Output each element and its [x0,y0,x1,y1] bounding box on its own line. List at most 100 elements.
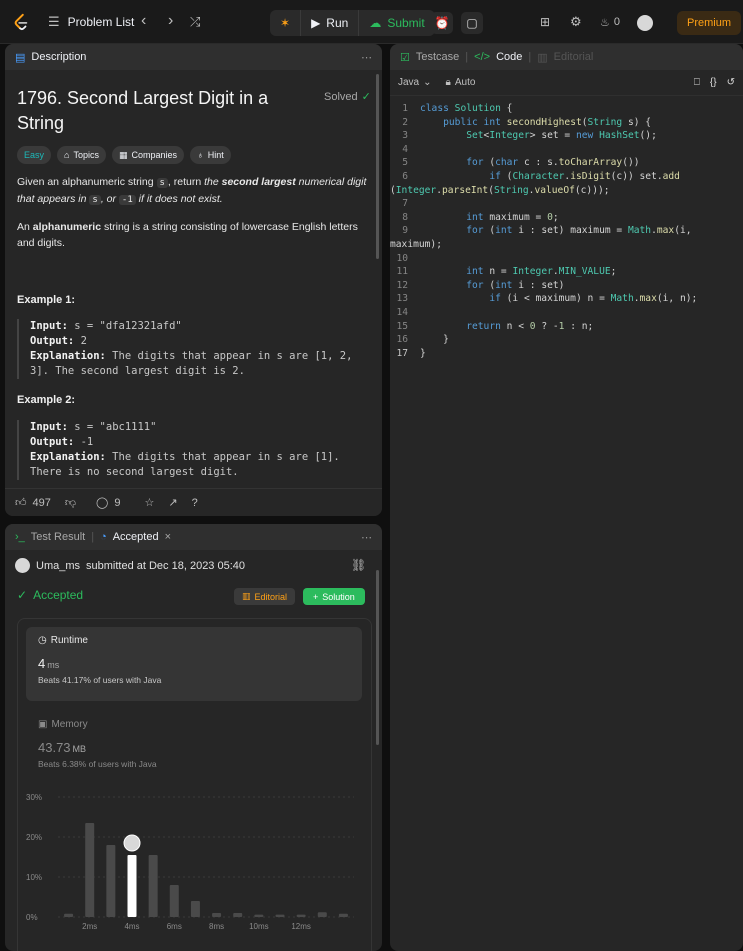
submit-label: Submit [387,16,425,30]
auto-mode[interactable]: 🔒︎ Auto [446,77,476,88]
clock-icon: ◷ [38,635,47,646]
chart-bar[interactable] [254,914,264,917]
x-tick-label: 8ms [209,922,224,931]
solution-button[interactable]: + Solution [303,588,365,605]
code-icon: </> [474,51,491,63]
prev-problem-icon[interactable]: ‹ [141,12,146,30]
problem-list-label: Problem List [67,15,135,29]
description-scrollbar[interactable] [376,74,379,259]
tab-code[interactable]: Code [496,51,522,63]
language-select[interactable]: Java ⌄ [398,77,432,88]
timer-icon[interactable]: ⏰ [431,12,453,34]
shuffle-icon[interactable]: ⤮ [190,14,200,30]
bookmark-icon[interactable]: ⎕ [694,77,700,88]
result-scrollbar[interactable] [376,570,379,745]
editor-header: ☑ Testcase | </> Code | ▥ Editorial [390,44,743,70]
memory-card[interactable]: ▣ Memory 43.73 MB Beats 6.38% of users wit… [38,719,157,769]
tab-testcase[interactable]: Testcase [416,51,459,63]
username[interactable]: Uma_ms [36,560,80,572]
note-icon[interactable]: ▢ [461,12,483,34]
problem-list-button[interactable]: ☰ Problem List [48,14,134,30]
chart-bar[interactable] [212,913,222,917]
example-2-title: Example 2: [17,394,76,406]
x-tick-label: 2ms [82,922,97,931]
result-more-icon[interactable]: ⋯ [361,531,372,544]
chart-bar[interactable] [296,914,306,917]
run-button[interactable]: ▶ Run [301,10,358,36]
problem-title: 1796. Second Largest Digit in a String [17,88,269,133]
chart-bar[interactable] [85,823,95,917]
reset-icon[interactable]: ↺ [727,77,735,88]
play-icon: ▶ [311,16,321,30]
history-icon: ◔ [100,531,107,543]
x-tick-label: 4ms [124,922,139,931]
tab-description[interactable]: Description [31,51,86,63]
check-circle-icon: ✓ [17,588,28,602]
submit-button[interactable]: ☁ Submit [359,10,434,36]
editorial-button[interactable]: ▥ Editorial [234,588,296,605]
debug-button[interactable]: ✶ [270,10,300,36]
chart-bar[interactable] [64,913,74,917]
terminal-icon: ›_ [15,531,25,543]
example-1-title: Example 1: [17,294,76,306]
tab-accepted[interactable]: Accepted [113,531,159,543]
close-icon[interactable]: × [165,531,171,543]
next-problem-icon[interactable]: › [168,12,173,30]
avatar[interactable] [637,15,653,31]
test-result-panel: ›_ Test Result | ◔ Accepted × ⋯ Uma_ms s… [5,524,382,951]
y-tick-label: 20% [26,833,42,842]
hint-tag[interactable]: ♁ Hint [190,146,231,164]
premium-label: Premium [686,17,731,29]
run-label: Run [326,16,349,30]
book-icon: ▥ [537,51,548,64]
link-icon[interactable]: ⛓ [351,558,366,572]
tab-test-result[interactable]: Test Result [31,531,85,543]
companies-tag[interactable]: ▦ Companies [111,146,185,164]
help-icon[interactable]: ? [192,497,198,509]
thumbs-down-icon[interactable]: 👎︎ [65,496,76,509]
chart-bar[interactable] [106,845,116,917]
chart-bar[interactable] [169,885,179,917]
bug-icon: ✶ [280,16,291,30]
fire-icon: ♨ [600,17,610,29]
chart-bar[interactable] [338,913,348,917]
topics-tag[interactable]: ⌂ Topics [57,146,106,164]
runtime-value: 4 [38,656,46,671]
runtime-card[interactable]: ◷ Runtime 4 ms Beats 41.17% of users with … [26,627,362,701]
streak-counter[interactable]: ♨ 0 [600,16,620,29]
memory-beats: Beats 6.38% of users with Java [38,759,157,769]
tab-editorial[interactable]: Editorial [554,51,594,63]
accepted-status: ✓ Accepted [17,588,84,602]
example-2-box: Input: s = "abc1111" Output: -1 Explanat… [17,420,371,480]
y-tick-label: 30% [26,793,42,802]
braces-icon[interactable]: {} [710,77,717,88]
solved-label: Solved [324,90,358,103]
chart-bar-highlight[interactable] [127,855,137,917]
gear-icon[interactable]: ⚙ [570,14,582,30]
comments-button[interactable]: ◯ 9 [96,496,121,510]
lock-icon: 🔒︎ [445,77,451,88]
y-tick-label: 0% [26,913,38,922]
chart-bar[interactable] [275,914,285,917]
chart-bar[interactable] [148,855,158,917]
thumbs-up-icon: 👍︎ [15,497,27,509]
user-avatar[interactable] [15,558,30,573]
problem-definition: An alphanumeric string is a string consi… [17,221,358,249]
difficulty-tag[interactable]: Easy [17,146,52,164]
example-1-box: Input: s = "dfa12321afd" Output: 2 Expla… [17,319,371,379]
more-icon[interactable]: ⋯ [361,51,372,64]
layout-icon[interactable]: ⊞ [540,15,550,29]
chart-bar[interactable] [190,901,200,917]
result-body: Uma_ms submitted at Dec 18, 2023 05:40 ⛓… [5,550,382,951]
leetcode-logo-icon[interactable] [12,13,30,31]
problem-statement: Given an alphanumeric string s, return t… [17,176,367,205]
code-area[interactable]: 1 class Solution { 2 public int secondHig… [390,102,743,360]
share-icon[interactable]: ↗ [168,496,177,509]
star-icon[interactable]: ☆ [144,496,154,509]
chart-bar[interactable] [233,913,243,917]
comment-count: 9 [114,496,121,509]
tag-row: Easy ⌂ Topics ▦ Companies ♁ Hint [17,146,231,164]
premium-button[interactable]: Premium [677,11,741,35]
like-button[interactable]: 👍︎ 497 [15,496,51,510]
chart-bar[interactable] [317,912,327,917]
